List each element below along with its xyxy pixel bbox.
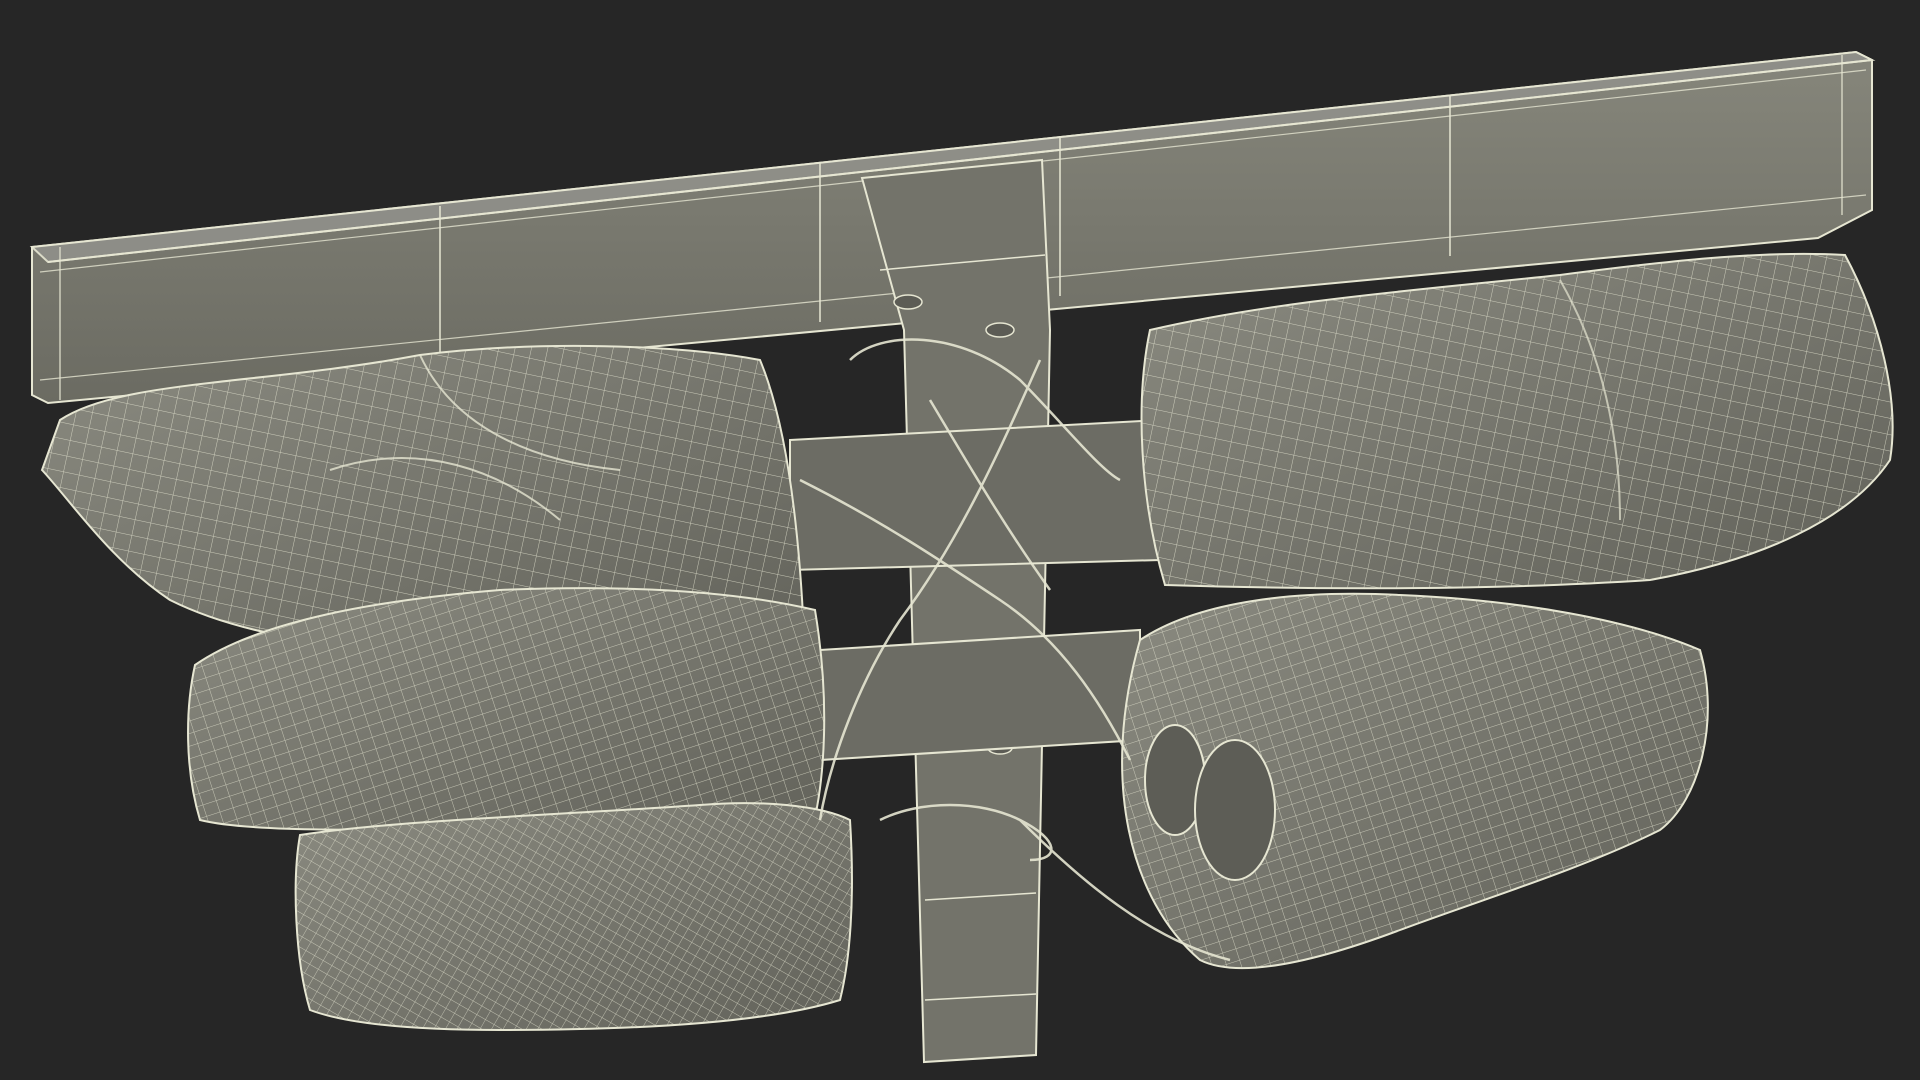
pad-lower-left [294,802,853,1032]
wireframe-render [29,50,1894,1064]
pad-middle-left [187,587,826,834]
render-viewport [0,0,1920,1080]
pad-upper-right [1140,252,1894,590]
pad-lower-right [1121,592,1709,970]
